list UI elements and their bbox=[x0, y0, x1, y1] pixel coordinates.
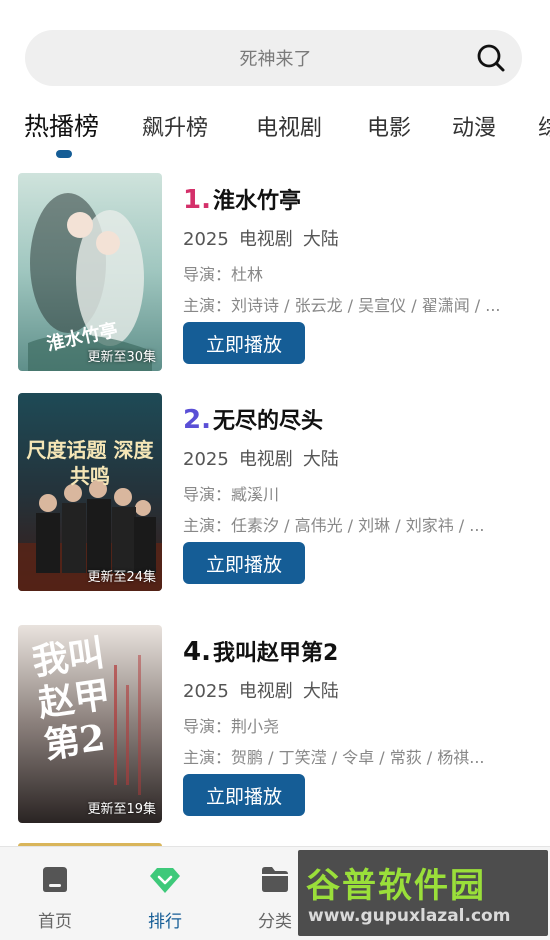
poster-image[interactable]: 淮水竹亭 更新至30集 bbox=[18, 173, 162, 371]
tab-movie[interactable]: 电影 bbox=[367, 110, 411, 142]
folder-icon bbox=[262, 867, 288, 892]
list-item[interactable]: 我叫赵甲第2 更新至19集 4.我叫赵甲第2 2025 电视剧 大陆 导演：荆小尧 … bbox=[0, 625, 550, 825]
rank-number: 1. bbox=[183, 185, 211, 215]
home-icon bbox=[43, 867, 67, 892]
nav-label-home: 首页 bbox=[38, 912, 72, 932]
list-item[interactable]: 淮水竹亭 更新至30集 1.淮水竹亭 2025 电视剧 大陆 导演：杜林 主演：刘诗… bbox=[0, 173, 550, 373]
play-now-button[interactable]: 立即播放 bbox=[183, 542, 305, 584]
item-genre: 电视剧 bbox=[238, 229, 293, 250]
item-meta: 2025 电视剧 大陆 bbox=[183, 225, 349, 251]
item-year: 2025 bbox=[183, 681, 229, 702]
update-badge: 更新至24集 bbox=[87, 570, 156, 585]
active-tab-indicator bbox=[56, 150, 72, 158]
item-title-text: 我叫赵甲第2 bbox=[212, 641, 339, 666]
item-year: 2025 bbox=[183, 449, 229, 470]
item-region: 大陆 bbox=[302, 681, 339, 702]
item-director: 导演：臧溪川 bbox=[183, 485, 280, 504]
item-year: 2025 bbox=[183, 229, 229, 250]
watermark-title: 谷普软件园 bbox=[306, 866, 486, 906]
item-genre: 电视剧 bbox=[238, 681, 293, 702]
item-meta: 2025 电视剧 大陆 bbox=[183, 445, 349, 471]
tab-anime[interactable]: 动漫 bbox=[452, 110, 496, 142]
poster-image[interactable]: 我叫赵甲第2 更新至19集 bbox=[18, 625, 162, 823]
list-item[interactable]: 尺度话题 深度共鸣 更新至24集 2.无尽的尽头 2025 电视剧 大陆 导演：臧溪… bbox=[0, 393, 550, 593]
play-now-button[interactable]: 立即播放 bbox=[183, 322, 305, 364]
item-title[interactable]: 4.我叫赵甲第2 bbox=[183, 635, 338, 667]
category-tabs: 热播榜 飙升榜 电视剧 电影 动漫 综 bbox=[0, 100, 550, 160]
ranking-icon bbox=[150, 868, 180, 893]
item-actors: 主演：贺鹏 / 丁笑滢 / 令卓 / 常荻 / 杨祺... bbox=[183, 748, 485, 767]
update-badge: 更新至19集 bbox=[87, 802, 156, 817]
watermark-logo: 谷普软件园 www.gupuxlazal.com bbox=[298, 850, 548, 936]
item-title[interactable]: 2.无尽的尽头 bbox=[183, 403, 323, 435]
nav-home[interactable]: 首页 bbox=[15, 847, 95, 940]
watermark-url: www.gupuxlazal.com bbox=[308, 906, 511, 926]
item-actors: 主演：刘诗诗 / 张云龙 / 吴宣仪 / 翟潇闻 / ... bbox=[183, 296, 501, 315]
rank-number: 2. bbox=[183, 405, 211, 435]
item-title[interactable]: 1.淮水竹亭 bbox=[183, 183, 301, 215]
search-icon[interactable] bbox=[476, 43, 506, 73]
poster-title-text: 我叫赵甲第2 bbox=[29, 631, 113, 767]
item-genre: 电视剧 bbox=[238, 449, 293, 470]
item-actors: 主演：任素汐 / 高伟光 / 刘琳 / 刘家祎 / ... bbox=[183, 516, 485, 535]
tab-tv-series[interactable]: 电视剧 bbox=[256, 110, 322, 142]
item-region: 大陆 bbox=[302, 229, 339, 250]
item-title-text: 淮水竹亭 bbox=[212, 189, 301, 214]
play-now-button[interactable]: 立即播放 bbox=[183, 774, 305, 816]
tab-hot[interactable]: 热播榜 bbox=[24, 107, 99, 143]
item-director: 导演：杜林 bbox=[183, 265, 264, 284]
rank-number: 4. bbox=[183, 637, 211, 667]
item-director: 导演：荆小尧 bbox=[183, 717, 280, 736]
item-title-text: 无尽的尽头 bbox=[212, 409, 323, 434]
poster-image[interactable]: 尺度话题 深度共鸣 更新至24集 bbox=[18, 393, 162, 591]
update-badge: 更新至30集 bbox=[87, 350, 156, 365]
item-meta: 2025 电视剧 大陆 bbox=[183, 677, 349, 703]
tab-variety[interactable]: 综 bbox=[538, 110, 550, 142]
nav-ranking[interactable]: 排行 bbox=[125, 847, 205, 940]
item-region: 大陆 bbox=[302, 449, 339, 470]
tab-rising[interactable]: 飙升榜 bbox=[142, 110, 208, 142]
nav-label-ranking: 排行 bbox=[148, 912, 182, 932]
search-input[interactable] bbox=[25, 30, 526, 88]
poster-title-text: 尺度话题 深度共鸣 bbox=[26, 438, 154, 488]
search-bar[interactable] bbox=[25, 30, 526, 88]
